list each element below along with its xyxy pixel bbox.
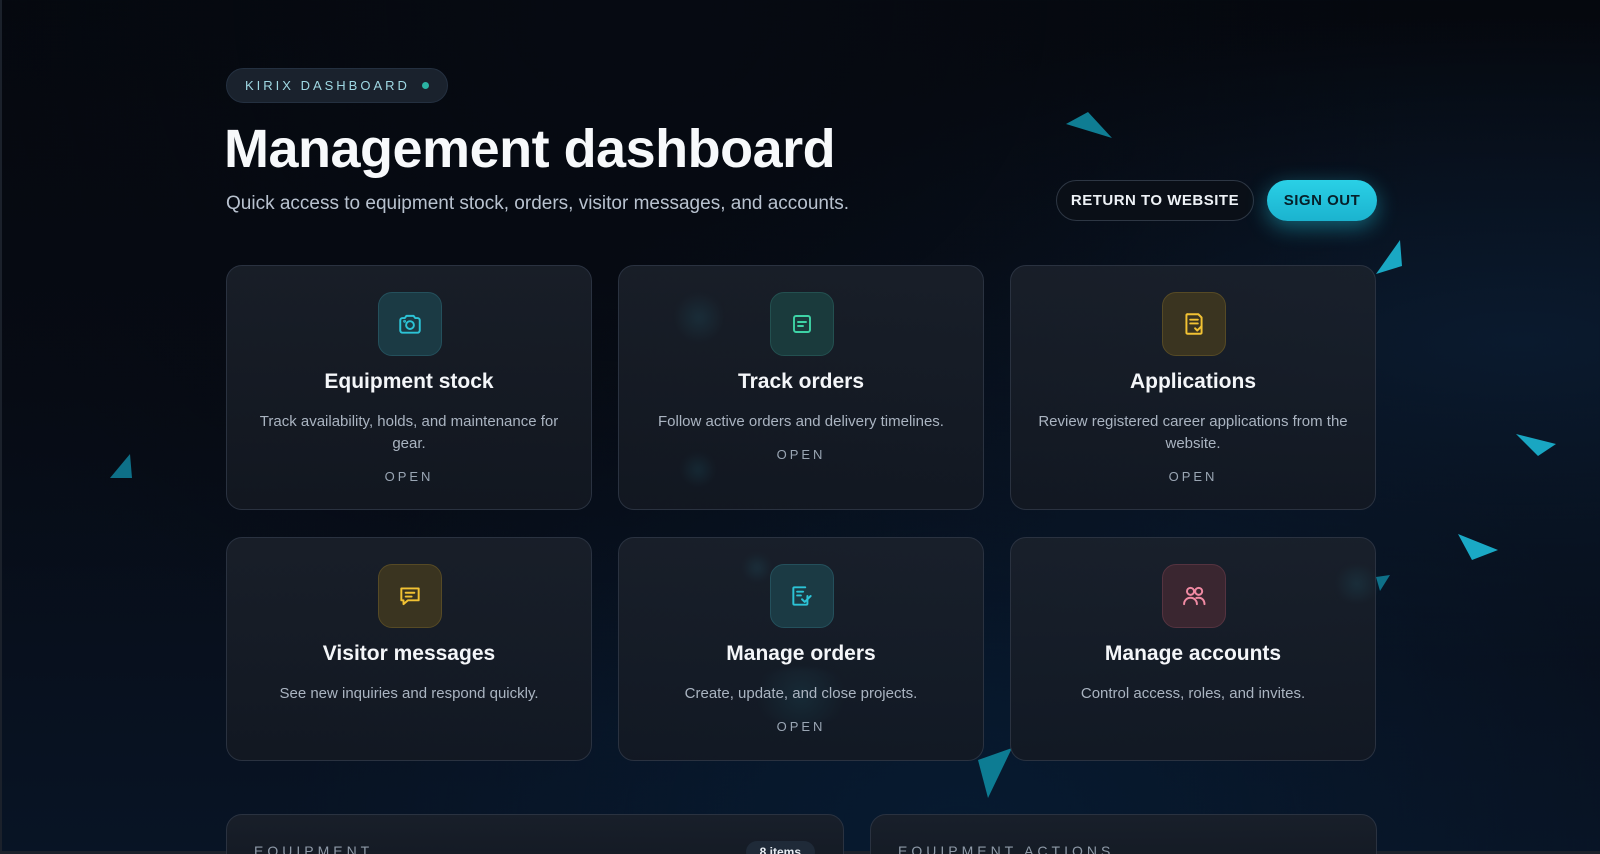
card-open-link[interactable]: OPEN <box>619 447 983 462</box>
card-description: Control access, roles, and invites. <box>1080 685 1306 702</box>
equipment-panel: EQUIPMENT 8 items <box>226 814 844 854</box>
card-visitor-messages[interactable]: Visitor messages See new inquiries and r… <box>226 537 592 761</box>
decor-shard <box>1376 240 1402 274</box>
equipment-actions-panel: EQUIPMENT ACTIONS <box>870 814 1377 854</box>
card-open-link[interactable]: OPEN <box>227 469 591 484</box>
users-icon <box>1162 564 1226 628</box>
card-open-link[interactable]: OPEN <box>1011 469 1375 484</box>
card-title: Manage accounts <box>1104 642 1282 665</box>
card-title: Equipment stock <box>324 370 494 393</box>
card-open-link[interactable]: OPEN <box>619 719 983 734</box>
card-track-orders[interactable]: Track orders Follow active orders and de… <box>618 265 984 510</box>
card-manage-orders[interactable]: Manage orders Create, update, and close … <box>618 537 984 761</box>
chat-icon <box>378 564 442 628</box>
decor-shard <box>1458 534 1498 560</box>
edit-document-icon <box>770 564 834 628</box>
panel-title: EQUIPMENT ACTIONS <box>898 843 1115 854</box>
panel-title: EQUIPMENT <box>254 843 374 854</box>
dashboard-badge: KIRIX DASHBOARD <box>226 68 448 103</box>
page-subtitle: Quick access to equipment stock, orders,… <box>226 193 850 214</box>
card-equipment-stock[interactable]: Equipment stock Track availability, hold… <box>226 265 592 510</box>
decor-shard <box>110 454 132 478</box>
card-description: Create, update, and close projects. <box>684 685 918 702</box>
decor-shard <box>1516 434 1556 456</box>
card-description: Review registered career applications fr… <box>1038 413 1348 452</box>
sign-out-button[interactable]: SIGN OUT <box>1267 180 1377 221</box>
status-dot <box>421 82 429 89</box>
window-left-edge <box>0 0 2 854</box>
decor-shard <box>978 748 1012 798</box>
document-check-icon <box>1162 292 1226 356</box>
page-title: Management dashboard <box>224 119 836 179</box>
badge-label: KIRIX DASHBOARD <box>245 78 410 93</box>
card-title: Applications <box>1129 370 1256 393</box>
card-description: Track availability, holds, and maintenan… <box>259 413 559 452</box>
card-applications[interactable]: Applications Review registered career ap… <box>1010 265 1376 510</box>
card-description: Follow active orders and delivery timeli… <box>658 413 944 430</box>
camera-icon <box>378 292 442 356</box>
card-title: Visitor messages <box>322 642 496 665</box>
card-title: Track orders <box>737 370 865 393</box>
card-manage-accounts[interactable]: Manage accounts Control access, roles, a… <box>1010 537 1376 761</box>
decor-shard <box>1066 112 1112 138</box>
receipt-icon <box>770 292 834 356</box>
card-title: Manage orders <box>726 642 876 665</box>
card-description: See new inquiries and respond quickly. <box>279 685 539 702</box>
return-to-website-button[interactable]: RETURN TO WEBSITE <box>1056 180 1254 221</box>
item-count-badge: 8 items <box>745 841 815 854</box>
